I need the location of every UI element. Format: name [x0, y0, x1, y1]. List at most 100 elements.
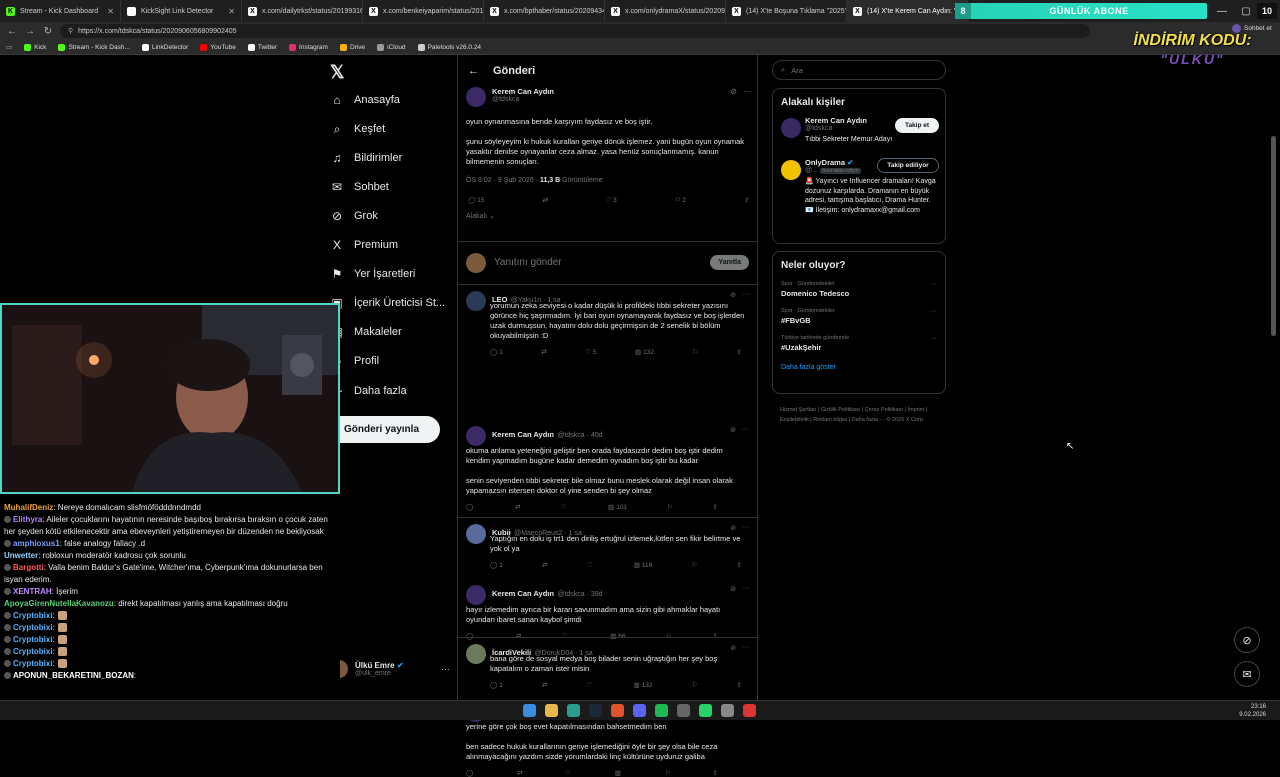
bookmark-button[interactable]: ⚐ 2 [674, 196, 685, 205]
reply-button[interactable]: ◯ [466, 503, 475, 511]
like-button[interactable]: ♡ [560, 503, 568, 511]
chat-username[interactable]: Cryptobixi [13, 623, 53, 632]
like-button[interactable]: ♡ [565, 769, 573, 777]
messages-float-button[interactable]: ✉ [1234, 661, 1260, 687]
browser-tab[interactable]: X(14) X'te Boşuna Tıklama "2025'te✕ [726, 0, 847, 22]
sidebar-item-creator-studio[interactable]: ▣İçerik Üreticisi St... [330, 296, 445, 310]
chat-username[interactable]: Unwetter [4, 551, 38, 560]
reload-icon[interactable]: ↻ [42, 26, 54, 37]
repost-button[interactable]: ⇄ [542, 681, 547, 689]
site-info-icon[interactable]: ⚲ [68, 27, 73, 35]
more-icon[interactable]: ··· [930, 281, 937, 288]
more-icon[interactable]: ··· [742, 426, 749, 433]
reply-button[interactable]: ◯ 1 [490, 348, 503, 357]
whatsapp-icon[interactable] [699, 704, 712, 717]
author-handle[interactable]: @tdskca [492, 96, 554, 103]
grok-icon[interactable]: ⊘ [730, 644, 736, 652]
views-button[interactable]: ▥ [615, 769, 623, 777]
more-icon[interactable]: ··· [742, 644, 749, 651]
reply-button[interactable]: ◯ 15 [468, 196, 485, 205]
bookmark-item[interactable]: Drive [339, 43, 365, 51]
show-more-link[interactable]: Daha fazla göster [781, 364, 937, 371]
url-field[interactable]: ⚲ https://x.com/tdskca/status/2020906056… [60, 24, 1090, 38]
chat-username[interactable]: Cryptobixi [13, 611, 53, 620]
more-icon[interactable]: ··· [930, 335, 937, 342]
chat-username[interactable]: ApoyaGirenNutellaKavanozu [4, 599, 114, 608]
bookmark-button[interactable]: ⚐ [692, 681, 698, 689]
avatar[interactable] [466, 585, 486, 605]
chat-username[interactable]: Cryptobixi [13, 635, 53, 644]
chat-username[interactable]: MuhalifDeniz [4, 503, 53, 512]
reply-input[interactable]: Yanıtını gönder [494, 257, 702, 268]
search-input[interactable]: ⌕ Ara [772, 60, 946, 80]
browser-tab[interactable]: K Stream - Kick Dashboard ✕ [0, 0, 121, 22]
grok-icon[interactable]: ⊘ [730, 87, 737, 96]
more-icon[interactable]: ··· [441, 664, 450, 674]
back-arrow-icon[interactable]: ← [468, 65, 479, 77]
follow-button[interactable]: Takip et [895, 118, 939, 133]
sidebar-item-grok[interactable]: ⊘ Grok [330, 209, 378, 223]
sidebar-item-search[interactable]: ⌕ Keşfet [330, 122, 386, 136]
steam-icon[interactable] [589, 704, 602, 717]
share-button[interactable]: ⇪ [736, 561, 741, 569]
related-person-2[interactable]: OnlyDrama ✔ @... Seni takip ediyor 🚨 Yay… [781, 158, 939, 238]
browser-tab[interactable]: Xx.com/bpthaber/status/20209434✕ [484, 0, 605, 22]
bookmark-item[interactable]: Instagram [289, 43, 328, 51]
app-icon-2[interactable] [743, 704, 756, 717]
bookmark-button[interactable]: ⚐ [691, 561, 697, 569]
spotify-icon[interactable] [655, 704, 668, 717]
sidebar-item-articles[interactable]: ▤Makaleler [330, 325, 401, 339]
repost-button[interactable]: ⇄ [542, 561, 547, 569]
sidebar-item-bell[interactable]: ♫ Bildirimler [330, 151, 403, 165]
app-icon[interactable] [677, 704, 690, 717]
bookmark-item[interactable]: Kick [24, 43, 46, 51]
chat-username[interactable]: APONUN_BEKARETINI_BOZAN [13, 671, 134, 680]
discord-icon[interactable] [633, 704, 646, 717]
avatar[interactable] [466, 87, 486, 107]
reply-item[interactable]: LEO @Yaku1n · 1 sa ⊘ ··· yorumun zeka seviy… [458, 284, 757, 362]
repost-button[interactable]: ⇄ [517, 769, 522, 777]
grok-icon[interactable]: ⊘ [730, 524, 736, 532]
sidebar-item-x-premium[interactable]: X Premium [330, 238, 398, 252]
share-button[interactable]: ⇪ [713, 503, 718, 511]
avatar[interactable] [466, 291, 486, 311]
more-icon[interactable]: ··· [743, 87, 751, 96]
chat-username[interactable]: Elithyra [13, 515, 42, 524]
repost-button[interactable]: ⇄ [542, 196, 547, 204]
views-button[interactable]: ▥ 132 [635, 348, 654, 357]
scrollbar-thumb[interactable] [1271, 136, 1276, 336]
share-button[interactable]: ⇪ [713, 769, 718, 777]
like-button[interactable]: ♡ [587, 561, 595, 569]
share-button[interactable]: ⇪ [737, 681, 742, 689]
chat-username[interactable]: XENTRAH [13, 587, 52, 596]
sidebar-item-chat[interactable]: ✉ Sohbet [330, 180, 389, 194]
chat-username[interactable]: Cryptobixi [13, 647, 53, 656]
avatar[interactable] [781, 160, 801, 180]
sidebar-item-bookmark[interactable]: ⚑ Yer İşaretleri [330, 267, 416, 281]
apps-icon[interactable]: ▭ [6, 43, 12, 51]
x-logo[interactable]: 𝕏 [330, 62, 345, 83]
reply-button[interactable]: ◯ [466, 769, 475, 777]
repost-button[interactable]: ⇄ [515, 503, 520, 511]
chat-username[interactable]: Cryptobixi [13, 659, 53, 668]
browser-icon[interactable] [567, 704, 580, 717]
back-icon[interactable]: ← [6, 26, 18, 37]
file-explorer-icon[interactable] [545, 704, 558, 717]
sidebar-item-home[interactable]: ⌂ Anasayfa [330, 93, 400, 107]
close-icon[interactable]: ✕ [107, 7, 114, 16]
grok-icon[interactable]: ⊘ [730, 585, 736, 593]
author-name[interactable]: Kerem Can Aydın [492, 589, 554, 598]
bookmark-item[interactable]: Paletools v26.0.24 [417, 43, 481, 51]
grok-icon[interactable]: ⊘ [730, 291, 736, 299]
reply-button[interactable]: ◯ 1 [490, 561, 503, 570]
views-button[interactable]: ▥ 132 [633, 681, 652, 690]
reply-item[interactable]: Kerem Can Aydın @tdskca · 40d ⊘ ··· okuma a… [458, 420, 757, 511]
obs-icon[interactable] [611, 704, 624, 717]
close-icon[interactable]: ✕ [228, 7, 235, 16]
more-icon[interactable]: ··· [742, 291, 749, 298]
minimize-icon[interactable]: — [1210, 0, 1234, 22]
chat-username[interactable]: amphioxus1 [13, 539, 60, 548]
reply-item[interactable]: İcardiVekili @DorukD04 · 1 sa ⊘ ··· bana gö… [458, 637, 757, 695]
start-icon[interactable] [523, 704, 536, 717]
bookmark-button[interactable]: ⚐ [667, 503, 673, 511]
